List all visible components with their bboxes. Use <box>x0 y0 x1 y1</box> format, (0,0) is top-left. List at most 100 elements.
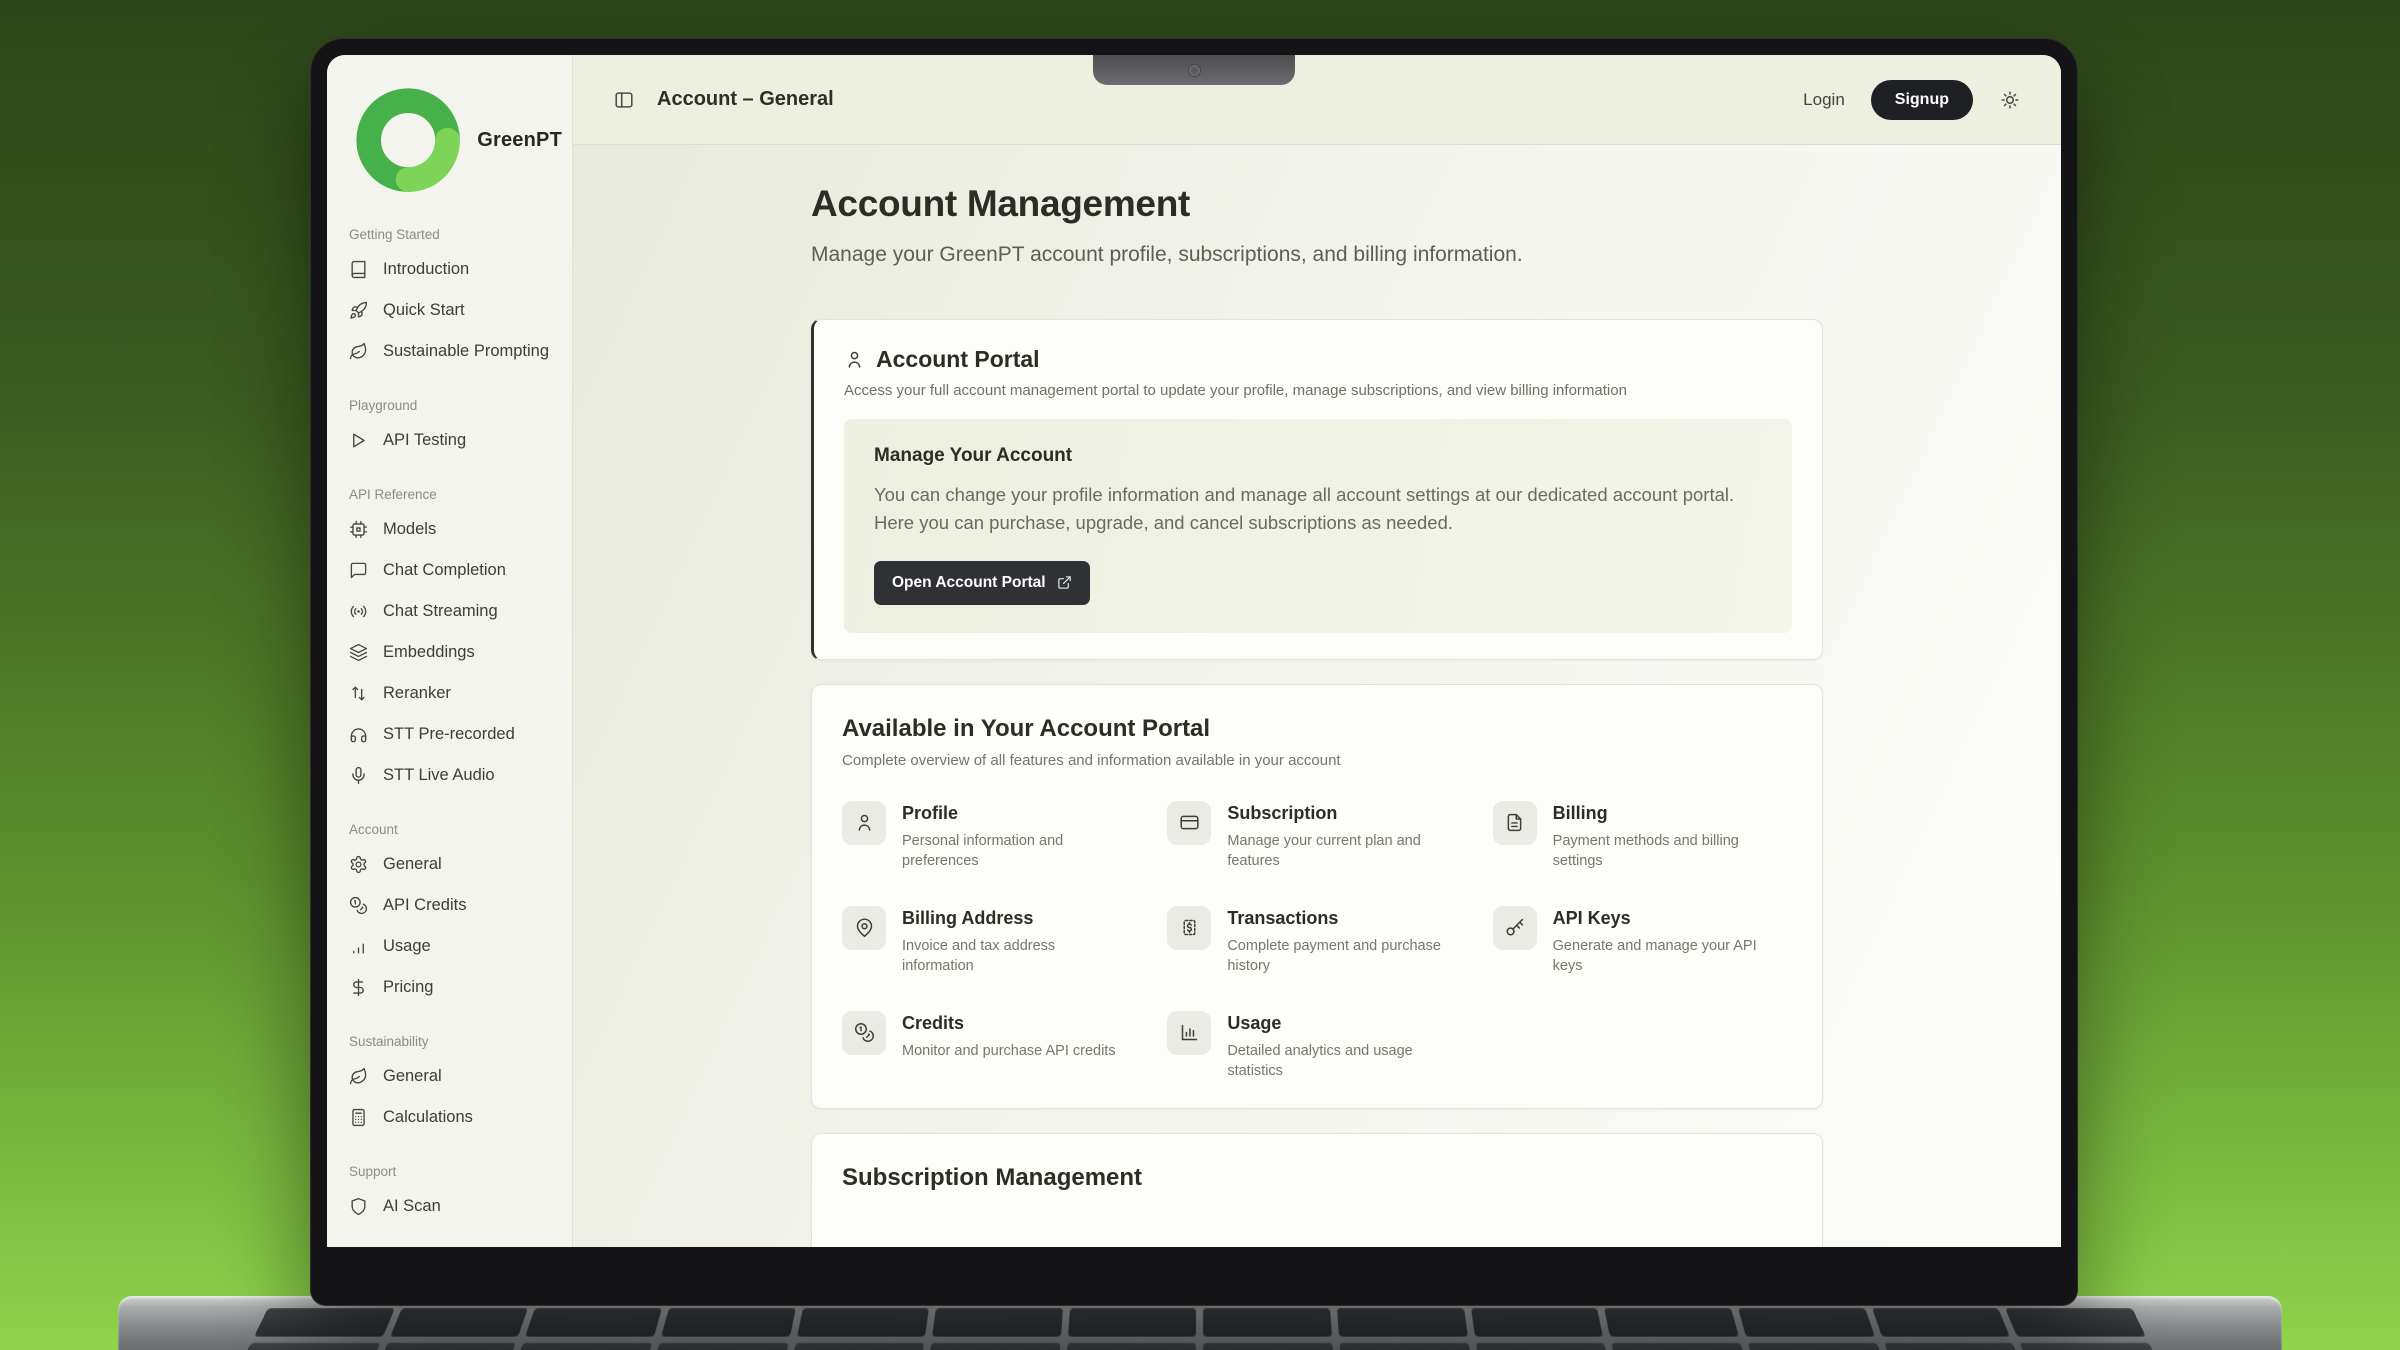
portal-card-description: Access your full account management port… <box>844 382 1792 399</box>
sidebar-item-chat-completion[interactable]: Chat Completion <box>349 550 562 591</box>
feature-item-subscription: Subscription Manage your current plan an… <box>1167 801 1466 872</box>
breadcrumb: Account – General <box>657 88 834 111</box>
sidebar-section: Sustainability General Calculations <box>349 1034 562 1138</box>
receipt-icon <box>1179 917 1200 938</box>
sidebar-item-stt-pre-recorded[interactable]: STT Pre-recorded <box>349 714 562 755</box>
login-button[interactable]: Login <box>1803 90 1845 110</box>
person-icon <box>844 349 865 370</box>
feature-item-billing: Billing Payment methods and billing sett… <box>1493 801 1792 872</box>
keyboard-key <box>789 1342 924 1350</box>
page-title: Account Management <box>811 183 1823 225</box>
sidebar-section: API Reference Models Chat Completion Cha… <box>349 487 562 796</box>
chip-icon <box>349 520 368 539</box>
map-pin-icon <box>854 917 875 938</box>
keyboard-key <box>1476 1342 1611 1350</box>
sidebar-item-api-testing[interactable]: API Testing <box>349 420 562 461</box>
keyboard-key <box>661 1308 796 1337</box>
sidebar-item-general[interactable]: General <box>349 844 562 885</box>
keyboard-key <box>927 1342 1060 1350</box>
laptop-keyboard <box>219 1308 2181 1350</box>
calculator-icon <box>349 1108 368 1127</box>
feature-title: API Keys <box>1553 908 1781 929</box>
feature-title: Credits <box>902 1013 1116 1034</box>
feature-title: Profile <box>902 803 1130 824</box>
coins-icon <box>854 1022 875 1043</box>
keyboard-key <box>2020 1342 2163 1350</box>
feature-icon-tile <box>1167 906 1211 950</box>
feature-icon-tile <box>842 1011 886 1055</box>
keyboard-key <box>1738 1308 1875 1337</box>
sidebar-section: Getting Started Introduction Quick Start… <box>349 227 562 372</box>
sort-arrows-icon <box>349 684 368 703</box>
keyboard-key <box>237 1342 380 1350</box>
keyboard-key <box>1612 1342 1749 1350</box>
feature-description: Monitor and purchase API credits <box>902 1041 1116 1062</box>
manage-account-panel: Manage Your Account You can change your … <box>844 419 1792 633</box>
feature-icon-tile <box>1493 801 1537 845</box>
feature-item-transactions: Transactions Complete payment and purcha… <box>1167 906 1466 977</box>
sidebar-item-embeddings[interactable]: Embeddings <box>349 632 562 673</box>
manage-account-body: You can change your profile information … <box>874 481 1762 537</box>
sidebar-item-ai-scan[interactable]: AI Scan <box>349 1186 562 1227</box>
keyboard-key <box>1066 1342 1197 1350</box>
sidebar-item-pricing[interactable]: Pricing <box>349 967 562 1008</box>
page-subtitle: Manage your GreenPT account profile, sub… <box>811 243 1823 267</box>
laptop-screen: GreenPT Getting Started Introduction Qui… <box>310 38 2078 1306</box>
feature-title: Billing Address <box>902 908 1130 929</box>
sidebar-section-label: Getting Started <box>349 227 562 242</box>
feature-icon-tile <box>1167 801 1211 845</box>
chart-icon <box>1179 1022 1200 1043</box>
app-window: GreenPT Getting Started Introduction Qui… <box>327 55 2061 1247</box>
sidebar-section-label: Account <box>349 822 562 837</box>
open-account-portal-button[interactable]: Open Account Portal <box>874 561 1090 605</box>
sidebar-item-introduction[interactable]: Introduction <box>349 249 562 290</box>
sidebar-item-quick-start[interactable]: Quick Start <box>349 290 562 331</box>
coins-icon <box>349 896 368 915</box>
theme-toggle-sun-icon[interactable] <box>1999 89 2021 111</box>
sidebar-section-label: Sustainability <box>349 1034 562 1049</box>
header-left: Account – General <box>613 88 834 111</box>
chat-bubble-icon <box>349 561 368 580</box>
header-right: Login Signup <box>1803 80 2021 120</box>
feature-item-usage: Usage Detailed analytics and usage stati… <box>1167 1011 1466 1082</box>
features-grid: Profile Personal information and prefere… <box>842 801 1792 1082</box>
camera-dot <box>1189 65 1200 76</box>
sidebar-item-models[interactable]: Models <box>349 509 562 550</box>
sidebar-section: Support AI Scan <box>349 1164 562 1227</box>
microphone-icon <box>349 766 368 785</box>
sidebar-item-sustainable-prompting[interactable]: Sustainable Prompting <box>349 331 562 372</box>
content-pane: Account – General Login Signup Account M… <box>573 55 2061 1247</box>
keyboard-key <box>254 1308 395 1337</box>
feature-item-api-keys: API Keys Generate and manage your API ke… <box>1493 906 1792 977</box>
features-card-subtitle: Complete overview of all features and in… <box>842 752 1792 769</box>
feature-title: Usage <box>1227 1013 1455 1034</box>
shield-icon <box>349 1197 368 1216</box>
feature-item-billing-address: Billing Address Invoice and tax address … <box>842 906 1141 977</box>
keyboard-key <box>1337 1308 1468 1337</box>
features-card: Available in Your Account Portal Complet… <box>811 684 1823 1109</box>
feature-description: Manage your current plan and features <box>1227 831 1455 872</box>
feature-title: Transactions <box>1227 908 1455 929</box>
sidebar-section-label: API Reference <box>349 487 562 502</box>
feature-item-credits: Credits Monitor and purchase API credits <box>842 1011 1141 1082</box>
sidebar-item-reranker[interactable]: Reranker <box>349 673 562 714</box>
sidebar-section-label: Support <box>349 1164 562 1179</box>
headphones-icon <box>349 725 368 744</box>
keyboard-key <box>1884 1342 2025 1350</box>
app-logo-text: GreenPT <box>477 129 562 152</box>
feature-description: Invoice and tax address information <box>902 936 1130 977</box>
feature-description: Personal information and preferences <box>902 831 1130 872</box>
header: Account – General Login Signup <box>573 55 2061 145</box>
app-logo[interactable]: GreenPT <box>349 81 562 199</box>
sidebar-item-usage[interactable]: Usage <box>349 926 562 967</box>
manage-account-title: Manage Your Account <box>874 445 1762 467</box>
sidebar-item-general[interactable]: General <box>349 1056 562 1097</box>
signup-button[interactable]: Signup <box>1871 80 1973 120</box>
sidebar-toggle-icon[interactable] <box>613 89 635 111</box>
layers-icon <box>349 643 368 662</box>
sidebar-item-api-credits[interactable]: API Credits <box>349 885 562 926</box>
sidebar-item-stt-live-audio[interactable]: STT Live Audio <box>349 755 562 796</box>
sidebar-item-chat-streaming[interactable]: Chat Streaming <box>349 591 562 632</box>
sidebar-item-calculations[interactable]: Calculations <box>349 1097 562 1138</box>
keyboard-key <box>390 1308 529 1337</box>
